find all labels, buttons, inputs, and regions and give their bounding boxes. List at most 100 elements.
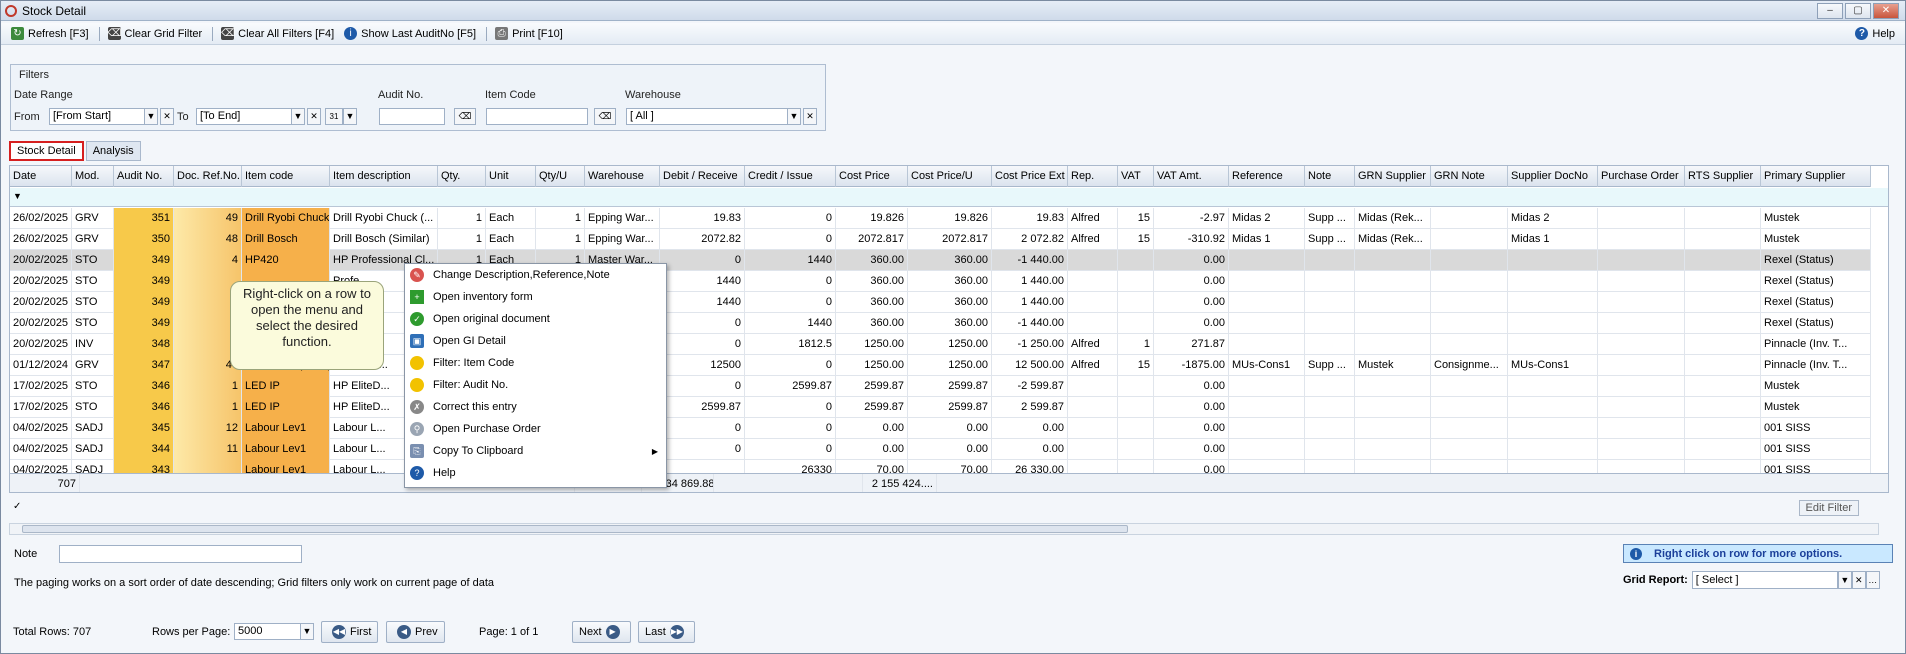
table-cell: 2072.817: [836, 229, 908, 250]
grid-report-clear-button[interactable]: ✕: [1851, 571, 1866, 589]
column-header[interactable]: Credit / Issue: [745, 166, 836, 187]
first-page-button[interactable]: ◀◀ First: [321, 621, 379, 643]
from-dropdown-button[interactable]: ▼: [144, 108, 158, 125]
column-header[interactable]: Qty/U: [536, 166, 585, 187]
column-header[interactable]: Audit No.: [114, 166, 174, 187]
column-header[interactable]: Date: [10, 166, 72, 187]
column-header[interactable]: Unit: [486, 166, 536, 187]
close-button[interactable]: ✕: [1873, 3, 1899, 19]
table-row[interactable]: 17/02/2025STO3461LED IPHP EliteD...War..…: [10, 376, 1871, 397]
audit-no-input[interactable]: [379, 108, 445, 125]
last-page-button[interactable]: Last ▶▶: [638, 621, 695, 643]
grid-report-dropdown-button[interactable]: ▼: [1837, 571, 1852, 589]
item-code-clear-icon[interactable]: ⌫: [594, 108, 616, 125]
rows-per-page-label: Rows per Page:: [152, 626, 231, 638]
item-code-input[interactable]: [486, 108, 588, 125]
tab-analysis[interactable]: Analysis: [85, 141, 141, 161]
menu-filter-item-code[interactable]: Filter: Item Code: [405, 352, 666, 374]
rows-per-page-input[interactable]: 5000: [234, 623, 302, 640]
table-cell: GRV: [72, 229, 114, 250]
table-cell: [1598, 313, 1685, 334]
table-cell: [1598, 376, 1685, 397]
edit-filter-button[interactable]: Edit Filter: [1798, 500, 1859, 516]
calendar-icon[interactable]: 31: [325, 108, 343, 125]
from-date-input[interactable]: [From Start]: [49, 108, 145, 125]
to-clear-button[interactable]: ✕: [307, 108, 321, 125]
from-clear-button[interactable]: ✕: [160, 108, 174, 125]
table-row[interactable]: 17/02/2025STO3461LED IPHP EliteD...War..…: [10, 397, 1871, 418]
column-header[interactable]: Debit / Receive: [660, 166, 745, 187]
column-header[interactable]: Qty.: [438, 166, 486, 187]
warehouse-dropdown-button[interactable]: ▼: [787, 108, 801, 125]
column-header[interactable]: Doc. Ref.No.: [174, 166, 242, 187]
filter-icon: ▼: [13, 191, 22, 201]
prev-page-button[interactable]: ◀ Prev: [386, 621, 445, 643]
menu-open-purchase-order[interactable]: ⚲ Open Purchase Order: [405, 418, 666, 440]
maximize-button[interactable]: ▢: [1845, 3, 1871, 19]
audit-clear-icon[interactable]: ⌫: [454, 108, 476, 125]
table-cell: 1250.00: [836, 334, 908, 355]
to-dropdown-button[interactable]: ▼: [291, 108, 305, 125]
column-header[interactable]: Item code: [242, 166, 330, 187]
table-cell: [1118, 292, 1154, 313]
column-header[interactable]: Note: [1305, 166, 1355, 187]
column-header[interactable]: Item description: [330, 166, 438, 187]
menu-copy-to-clipboard[interactable]: ⎘ Copy To Clipboard ▶: [405, 440, 666, 462]
table-cell: Supp ...: [1305, 208, 1355, 229]
table-cell: [1431, 313, 1508, 334]
table-cell: Rexel (Status): [1761, 250, 1871, 271]
menu-change-description[interactable]: ✎ Change Description,Reference,Note: [405, 264, 666, 286]
table-cell: -2.97: [1154, 208, 1229, 229]
column-header[interactable]: VAT: [1118, 166, 1154, 187]
next-page-button[interactable]: Next ▶: [572, 621, 631, 643]
menu-open-gi-detail[interactable]: ▣ Open GI Detail: [405, 330, 666, 352]
column-header[interactable]: Cost Price Ext: [992, 166, 1068, 187]
warehouse-clear-button[interactable]: ✕: [803, 108, 817, 125]
table-row[interactable]: 04/02/2025 SADJ 344 11 Labour Lev1 Labour L..…: [10, 439, 1871, 460]
print-button[interactable]: ⎙ Print [F10]: [495, 27, 563, 40]
warehouse-select[interactable]: [ All ]: [626, 108, 788, 125]
minimize-button[interactable]: –: [1817, 3, 1843, 19]
help-button[interactable]: ? Help: [1855, 27, 1895, 40]
column-header[interactable]: Reference: [1229, 166, 1305, 187]
table-row[interactable]: 20/02/2025 STO 349 4 HP420 HP Professional Cl…: [10, 250, 1871, 271]
menu-filter-audit-no[interactable]: Filter: Audit No.: [405, 374, 666, 396]
column-header[interactable]: GRN Supplier: [1355, 166, 1431, 187]
scrollbar-thumb[interactable]: [22, 525, 1128, 533]
column-header[interactable]: Cost Price: [836, 166, 908, 187]
table-cell: 0.00: [836, 418, 908, 439]
horizontal-scrollbar[interactable]: [9, 523, 1879, 535]
table-row[interactable]: 04/02/2025 SADJ 345 12 Labour Lev1 Labour L..…: [10, 418, 1871, 439]
column-header[interactable]: Primary Supplier: [1761, 166, 1871, 187]
table-cell: [1508, 292, 1598, 313]
rows-per-page-dropdown[interactable]: ▼: [300, 623, 314, 640]
column-header[interactable]: Cost Price/U: [908, 166, 992, 187]
show-last-audit-button[interactable]: i Show Last AuditNo [F5]: [344, 27, 476, 40]
to-date-input[interactable]: [To End]: [196, 108, 292, 125]
table-row[interactable]: 26/02/2025 GRV 351 49 Drill Ryobi Chuck Drill…: [10, 208, 1871, 229]
clear-all-filters-button[interactable]: ⌫ Clear All Filters [F4]: [221, 27, 334, 40]
total-rows: Total Rows: 707: [13, 626, 92, 638]
grid-report-select[interactable]: [ Select ]: [1691, 571, 1838, 589]
tab-stock-detail[interactable]: Stock Detail: [9, 141, 84, 161]
column-header[interactable]: Warehouse: [585, 166, 660, 187]
column-header[interactable]: Purchase Order: [1598, 166, 1685, 187]
table-row[interactable]: 26/02/2025 GRV 350 48 Drill Bosch Drill Bosch…: [10, 229, 1871, 250]
menu-correct-entry[interactable]: ✗ Correct this entry: [405, 396, 666, 418]
clear-grid-filter-button[interactable]: ⌫ Clear Grid Filter: [107, 27, 202, 40]
column-header[interactable]: Mod.: [72, 166, 114, 187]
menu-open-original-document[interactable]: ✓ Open original document: [405, 308, 666, 330]
menu-open-inventory-form[interactable]: + Open inventory form: [405, 286, 666, 308]
column-header[interactable]: GRN Note: [1431, 166, 1508, 187]
filter-enabled-checkbox[interactable]: ✓: [13, 501, 21, 512]
column-header[interactable]: Rep.: [1068, 166, 1118, 187]
column-header[interactable]: VAT Amt.: [1154, 166, 1229, 187]
calendar-dropdown-button[interactable]: ▼: [343, 108, 357, 125]
grid-report-more-button[interactable]: …: [1865, 571, 1880, 589]
menu-help[interactable]: ? Help: [405, 462, 666, 484]
column-header[interactable]: Supplier DocNo: [1508, 166, 1598, 187]
refresh-button[interactable]: ↻ Refresh [F3]: [11, 27, 89, 40]
note-input[interactable]: [59, 545, 302, 563]
grid-filter-row[interactable]: ▼: [10, 188, 1888, 207]
column-header[interactable]: RTS Supplier: [1685, 166, 1761, 187]
